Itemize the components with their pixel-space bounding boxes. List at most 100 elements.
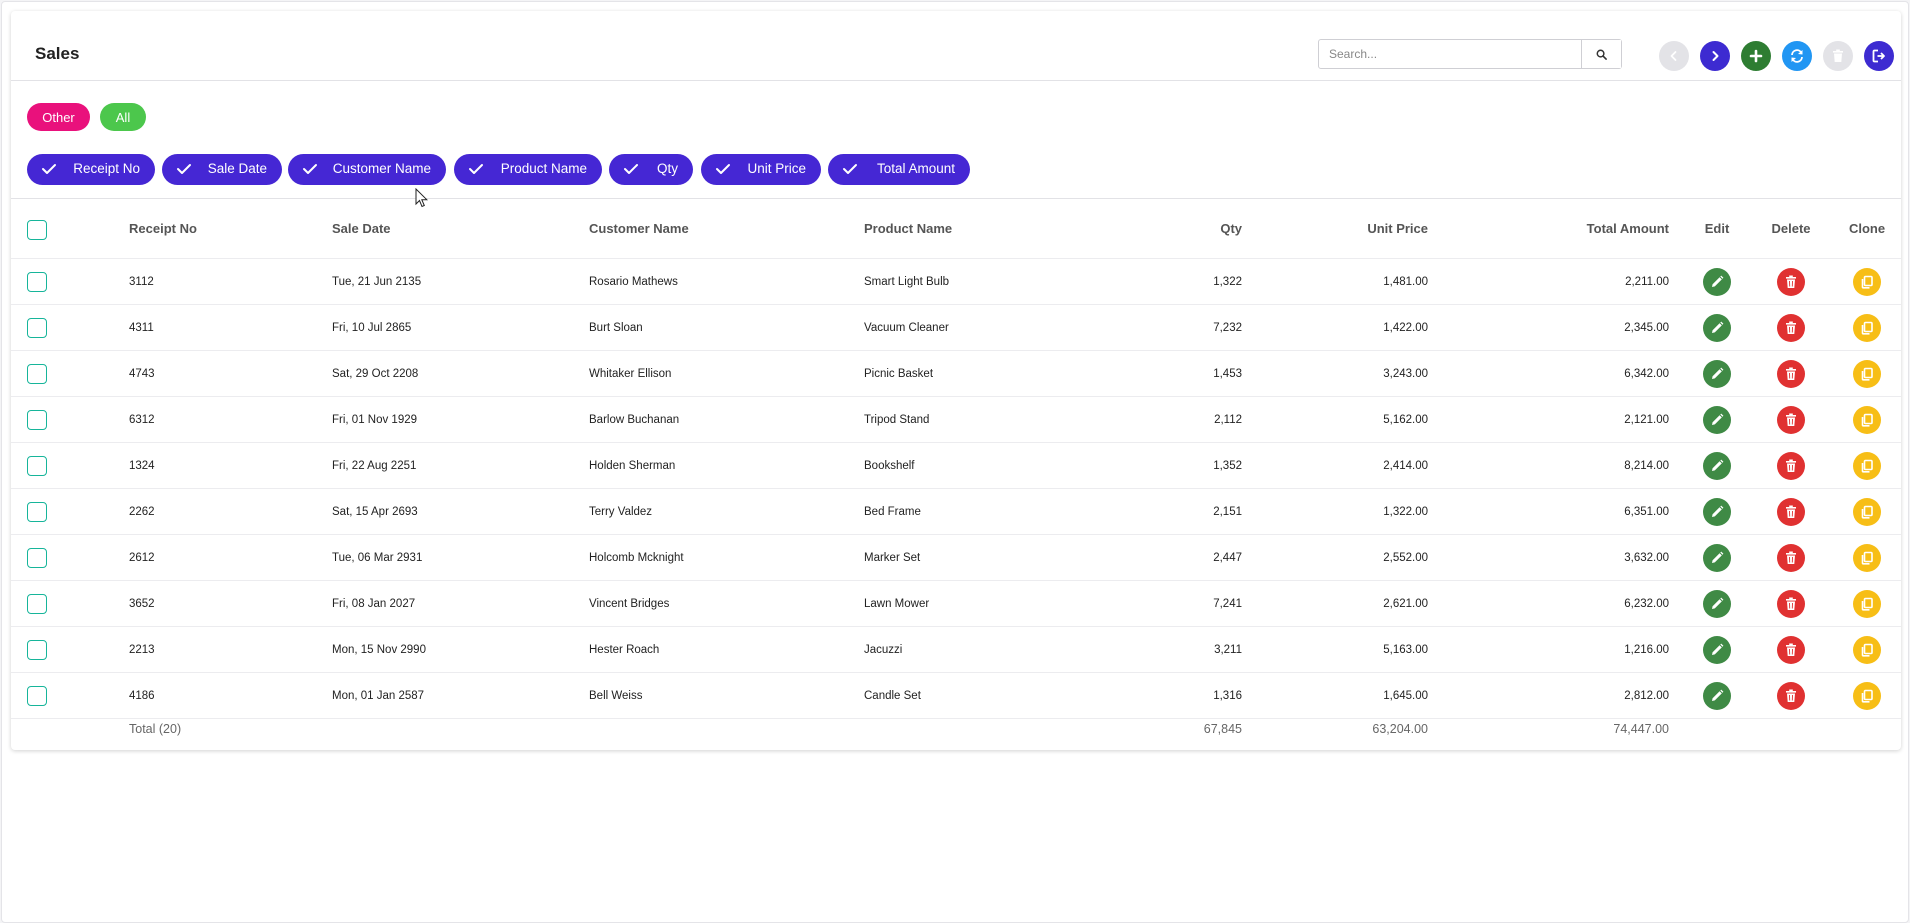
delete-button[interactable] xyxy=(1777,406,1805,434)
check-icon xyxy=(843,164,857,174)
edit-button[interactable] xyxy=(1703,452,1731,480)
add-button[interactable] xyxy=(1741,41,1771,71)
cell-sale-date: Fri, 01 Nov 1929 xyxy=(332,414,418,426)
cell-receipt-no: 4311 xyxy=(129,322,154,334)
delete-button[interactable] xyxy=(1777,360,1805,388)
cell-qty: 1,352 xyxy=(1213,460,1242,472)
clone-button[interactable] xyxy=(1853,360,1881,388)
clone-button[interactable] xyxy=(1853,636,1881,664)
row-checkbox[interactable] xyxy=(27,502,47,522)
column-chip-sale-date[interactable]: Sale Date xyxy=(162,154,282,185)
pencil-icon xyxy=(1712,413,1724,425)
edit-button[interactable] xyxy=(1703,636,1731,664)
column-chip-receipt-no[interactable]: Receipt No xyxy=(27,154,155,185)
column-chip-qty[interactable]: Qty xyxy=(609,154,693,185)
delete-button[interactable] xyxy=(1777,452,1805,480)
cell-total-amount: 2,211.00 xyxy=(1625,276,1669,288)
totals-total-amount: 74,447.00 xyxy=(1613,722,1669,736)
cell-product-name: Tripod Stand xyxy=(864,414,930,426)
row-checkbox[interactable] xyxy=(27,640,47,660)
column-chip-customer-name[interactable]: Customer Name xyxy=(288,154,446,185)
delete-button[interactable] xyxy=(1777,682,1805,710)
header-total-amount[interactable]: Total Amount xyxy=(1469,221,1669,236)
clone-button[interactable] xyxy=(1853,544,1881,572)
header-unit-price[interactable]: Unit Price xyxy=(1228,221,1428,236)
check-icon xyxy=(716,164,730,174)
trash-icon xyxy=(1786,367,1796,380)
row-checkbox[interactable] xyxy=(27,318,47,338)
filter-tag-all[interactable]: All xyxy=(100,103,146,131)
cell-receipt-no: 1324 xyxy=(129,460,155,472)
row-checkbox[interactable] xyxy=(27,686,47,706)
row-checkbox[interactable] xyxy=(27,272,47,292)
next-page-button[interactable] xyxy=(1700,41,1730,71)
delete-button[interactable] xyxy=(1777,636,1805,664)
clone-button[interactable] xyxy=(1853,498,1881,526)
delete-button[interactable] xyxy=(1777,590,1805,618)
cell-customer-name: Whitaker Ellison xyxy=(589,368,672,380)
cell-customer-name: Barlow Buchanan xyxy=(589,414,680,426)
delete-button[interactable] xyxy=(1777,498,1805,526)
edit-button[interactable] xyxy=(1703,268,1731,296)
delete-button[interactable] xyxy=(1777,314,1805,342)
edit-button[interactable] xyxy=(1703,314,1731,342)
header-receipt-no[interactable]: Receipt No xyxy=(129,221,197,236)
filter-tag-other[interactable]: Other xyxy=(27,103,90,131)
cell-sale-date: Fri, 10 Jul 2865 xyxy=(332,322,412,334)
cell-qty: 2,112 xyxy=(1214,414,1242,426)
refresh-button[interactable] xyxy=(1782,41,1812,71)
clone-button[interactable] xyxy=(1853,452,1881,480)
cell-customer-name: Burt Sloan xyxy=(589,322,643,334)
header-clone: Clone xyxy=(1848,221,1886,236)
clone-button[interactable] xyxy=(1853,314,1881,342)
edit-button[interactable] xyxy=(1703,360,1731,388)
cell-qty: 3,211 xyxy=(1214,644,1242,656)
column-chip-product-name[interactable]: Product Name xyxy=(454,154,602,185)
totals-qty: 67,845 xyxy=(1203,722,1242,736)
search-button[interactable] xyxy=(1581,40,1621,68)
clone-button[interactable] xyxy=(1853,268,1881,296)
header-product-name[interactable]: Product Name xyxy=(864,221,952,236)
edit-button[interactable] xyxy=(1703,498,1731,526)
search-input[interactable] xyxy=(1319,40,1583,68)
row-checkbox[interactable] xyxy=(27,364,47,384)
delete-selected-button[interactable] xyxy=(1823,41,1853,71)
row-checkbox[interactable] xyxy=(27,456,47,476)
cell-receipt-no: 4186 xyxy=(129,690,155,702)
prev-page-button[interactable] xyxy=(1659,41,1689,71)
column-chip-total-amount[interactable]: Total Amount xyxy=(828,154,970,185)
clone-button[interactable] xyxy=(1853,590,1881,618)
row-divider xyxy=(11,396,1901,397)
delete-button[interactable] xyxy=(1777,268,1805,296)
chip-label: Total Amount xyxy=(876,161,955,176)
edit-button[interactable] xyxy=(1703,406,1731,434)
row-checkbox[interactable] xyxy=(27,410,47,430)
row-checkbox[interactable] xyxy=(27,548,47,568)
header-edit: Edit xyxy=(1704,221,1730,236)
clone-button[interactable] xyxy=(1853,682,1881,710)
cell-sale-date: Tue, 21 Jun 2135 xyxy=(332,276,422,288)
row-checkbox[interactable] xyxy=(27,594,47,614)
clone-button[interactable] xyxy=(1853,406,1881,434)
cell-sale-date: Sat, 29 Oct 2208 xyxy=(332,368,419,380)
check-icon xyxy=(42,164,56,174)
copy-icon xyxy=(1861,643,1873,657)
cell-qty: 2,151 xyxy=(1213,506,1242,518)
column-chip-unit-price[interactable]: Unit Price xyxy=(701,154,821,185)
logout-icon xyxy=(1872,49,1885,63)
header-sale-date[interactable]: Sale Date xyxy=(332,221,391,236)
edit-button[interactable] xyxy=(1703,590,1731,618)
cell-receipt-no: 3112 xyxy=(129,276,154,288)
header-qty[interactable]: Qty xyxy=(1142,221,1242,236)
edit-button[interactable] xyxy=(1703,682,1731,710)
header-customer-name[interactable]: Customer Name xyxy=(589,221,689,236)
select-all-checkbox[interactable] xyxy=(27,220,47,240)
cell-unit-price: 1,645.00 xyxy=(1383,690,1428,702)
cell-customer-name: Hester Roach xyxy=(589,644,660,656)
delete-button[interactable] xyxy=(1777,544,1805,572)
page-title: Sales xyxy=(35,44,80,63)
logout-button[interactable] xyxy=(1864,41,1894,71)
edit-button[interactable] xyxy=(1703,544,1731,572)
check-icon xyxy=(624,164,638,174)
cell-customer-name: Holcomb Mcknight xyxy=(589,552,684,564)
